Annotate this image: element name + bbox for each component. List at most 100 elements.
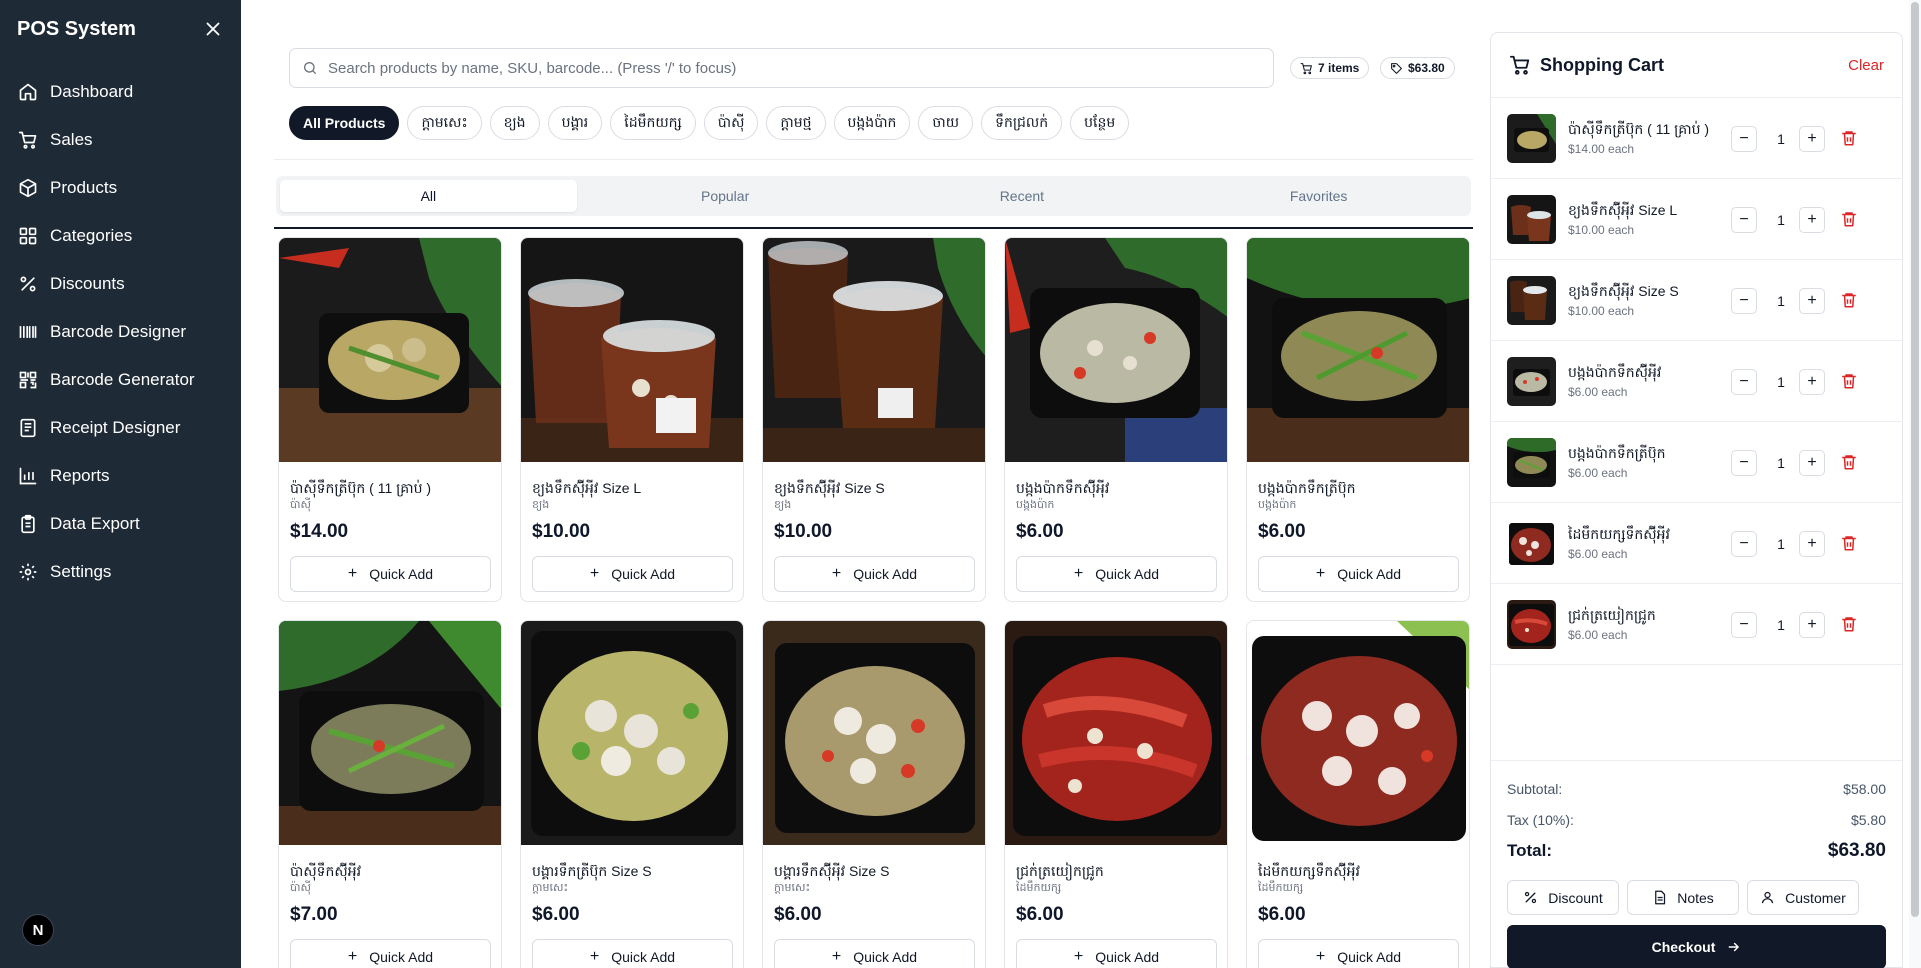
cart-item: ខ្យងទឹកស៊ុីអុីវ Size S $10.00 each − 1 +: [1491, 260, 1902, 341]
plus-icon: +: [1073, 565, 1084, 582]
product-card[interactable]: បង្គារទឹកស៊ុីអុីវ Size S ក្តាមសេះ $6.00 …: [762, 620, 986, 968]
category-chip[interactable]: ដៃមឹកយក្ស: [610, 106, 696, 140]
product-card[interactable]: ខ្យងទឹកស៊ុីអុីវ Size L ខ្យង $10.00 + Quic…: [520, 237, 744, 602]
quick-add-button[interactable]: + Quick Add: [1258, 556, 1459, 592]
cart-item: ខ្យងទឹកស៊ុីអុីវ Size L $10.00 each − 1 +: [1491, 179, 1902, 260]
increase-qty-button[interactable]: +: [1799, 207, 1825, 233]
quick-add-button[interactable]: + Quick Add: [774, 939, 975, 968]
trash-icon[interactable]: [1840, 534, 1858, 552]
product-card[interactable]: ដៃមឹកយក្សទឹកស៊ុីអុីវ ដៃមឹកយក្ស $6.00 + Qu…: [1246, 620, 1470, 968]
cart-item: ជ្រក់ត្រយៀកជ្រូក $6.00 each − 1 +: [1491, 584, 1902, 665]
product-category: ខ្យង: [532, 499, 550, 511]
increase-qty-button[interactable]: +: [1799, 288, 1825, 314]
decrease-qty-button[interactable]: −: [1731, 207, 1757, 233]
category-chip[interactable]: ទឹកជ្រលក់: [981, 106, 1063, 140]
trash-icon[interactable]: [1840, 210, 1858, 228]
trash-icon[interactable]: [1840, 129, 1858, 147]
product-image: [763, 621, 985, 845]
scan-icon: [19, 371, 37, 389]
customer-button[interactable]: Customer: [1747, 880, 1859, 915]
quick-add-button[interactable]: + Quick Add: [1258, 939, 1459, 968]
close-icon[interactable]: [202, 18, 224, 40]
clear-cart-button[interactable]: Clear: [1848, 57, 1884, 74]
total-value: $63.80: [1827, 839, 1886, 861]
sidebar-item-reports[interactable]: Reports: [0, 452, 241, 500]
cart-item-image: [1507, 518, 1556, 568]
increase-qty-button[interactable]: +: [1799, 612, 1825, 638]
shopping-cart: Shopping Cart Clear ប៉ាសុីទឹកត្រីប៊ុក ( …: [1490, 32, 1903, 968]
trash-icon[interactable]: [1840, 453, 1858, 471]
sidebar-item-categories[interactable]: Categories: [0, 212, 241, 260]
category-chip[interactable]: បង្គារ: [547, 106, 603, 140]
sidebar-item-data-export[interactable]: Data Export: [0, 500, 241, 548]
quick-add-button[interactable]: + Quick Add: [532, 939, 733, 968]
product-card[interactable]: បង្កងប៉ាកទឹកស៊ុីអុីវ បង្កងប៉ាក $6.00 + Qu…: [1004, 237, 1228, 602]
scrollbar-thumb[interactable]: [1911, 2, 1919, 917]
quick-add-button[interactable]: + Quick Add: [1016, 939, 1217, 968]
sidebar-item-sales[interactable]: Sales: [0, 116, 241, 164]
sidebar-item-discounts[interactable]: Discounts: [0, 260, 241, 308]
decrease-qty-button[interactable]: −: [1731, 612, 1757, 638]
search-bar: [289, 48, 1274, 88]
tab-popular[interactable]: Popular: [577, 180, 874, 212]
category-chip[interactable]: ក្តាមសេះ: [407, 106, 482, 140]
decrease-qty-button[interactable]: −: [1731, 369, 1757, 395]
quick-add-button[interactable]: + Quick Add: [774, 556, 975, 592]
decrease-qty-button[interactable]: −: [1731, 288, 1757, 314]
category-chip[interactable]: ក្តាមថ្ម: [766, 106, 826, 140]
category-chip[interactable]: បង្កងប៉ាក: [833, 106, 911, 140]
product-card[interactable]: ជ្រក់ត្រយៀកជ្រូក ដៃមឹកយក្ស $6.00 + Quick …: [1004, 620, 1228, 968]
sidebar-item-label: Settings: [50, 562, 112, 581]
sidebar-item-receipt-designer[interactable]: Receipt Designer: [0, 404, 241, 452]
tab-favorites[interactable]: Favorites: [1170, 180, 1467, 212]
product-card[interactable]: ខ្យងទឹកស៊ុីអុីវ Size S ខ្យង $10.00 + Quic…: [762, 237, 986, 602]
cart-actions: Discount Notes Customer: [1507, 880, 1886, 915]
category-chip[interactable]: ខ្យង: [489, 106, 540, 140]
tab-recent[interactable]: Recent: [874, 180, 1171, 212]
discount-button[interactable]: Discount: [1507, 880, 1619, 915]
increase-qty-button[interactable]: +: [1799, 531, 1825, 557]
product-card[interactable]: បង្កងប៉ាកទឹកត្រីប៊ុក បង្កងប៉ាក $6.00 + Qu…: [1246, 237, 1470, 602]
cart-item-unit-price: $6.00 each: [1568, 628, 1628, 642]
decrease-qty-button[interactable]: −: [1731, 450, 1757, 476]
tab-all[interactable]: All: [280, 180, 577, 212]
category-chip[interactable]: ប៉ាសុី: [703, 106, 759, 140]
quick-add-button[interactable]: + Quick Add: [290, 939, 491, 968]
sidebar-item-products[interactable]: Products: [0, 164, 241, 212]
quick-add-button[interactable]: + Quick Add: [1016, 556, 1217, 592]
increase-qty-button[interactable]: +: [1799, 450, 1825, 476]
tax-value: $5.80: [1850, 811, 1886, 828]
sidebar-item-barcode-designer[interactable]: Barcode Designer: [0, 308, 241, 356]
cart-item-qty: 1: [1777, 293, 1785, 309]
product-card[interactable]: បង្គារទឹកត្រីប៊ុក Size S ក្តាមសេះ $6.00 …: [520, 620, 744, 968]
product-card[interactable]: ប៉ាសុីទឹកត្រីប៊ុក ( 11 គ្រាប់ ) ប៉ាសុី $…: [278, 237, 502, 602]
gear-icon: [19, 563, 37, 581]
trash-icon[interactable]: [1840, 615, 1858, 633]
notes-button[interactable]: Notes: [1627, 880, 1739, 915]
quick-add-button[interactable]: + Quick Add: [532, 556, 733, 592]
cart-item-unit-price: $6.00 each: [1568, 547, 1628, 561]
increase-qty-button[interactable]: +: [1799, 126, 1825, 152]
sidebar-item-label: Data Export: [50, 514, 140, 533]
search-input[interactable]: [328, 59, 1228, 77]
sidebar-item-settings[interactable]: Settings: [0, 548, 241, 596]
trash-icon[interactable]: [1840, 372, 1858, 390]
product-card[interactable]: ប៉ាសុីទឹកស៊ុីអុីវ ប៉ាសុី $7.00 + Quick Ad…: [278, 620, 502, 968]
category-chip[interactable]: ចាយ: [918, 106, 974, 140]
trash-icon[interactable]: [1840, 291, 1858, 309]
cart-item-unit-price: $14.00 each: [1568, 142, 1635, 156]
chip-all-products[interactable]: All Products: [289, 106, 400, 140]
avatar[interactable]: N: [22, 914, 54, 946]
decrease-qty-button[interactable]: −: [1731, 531, 1757, 557]
quick-add-label: Quick Add: [1095, 566, 1160, 582]
checkout-button[interactable]: Checkout: [1507, 925, 1886, 968]
sidebar-item-barcode-generator[interactable]: Barcode Generator: [0, 356, 241, 404]
sidebar-item-dashboard[interactable]: Dashboard: [0, 68, 241, 116]
sidebar-item-label: Reports: [50, 466, 110, 485]
decrease-qty-button[interactable]: −: [1731, 126, 1757, 152]
cart-item-name: ប៉ាសុីទឹកត្រីប៊ុក ( 11 គ្រាប់ ): [1568, 121, 1710, 137]
quick-add-button[interactable]: + Quick Add: [290, 556, 491, 592]
category-chip[interactable]: បន្ថែម: [1070, 106, 1130, 140]
cart-item-unit-price: $6.00 each: [1568, 385, 1628, 399]
increase-qty-button[interactable]: +: [1799, 369, 1825, 395]
